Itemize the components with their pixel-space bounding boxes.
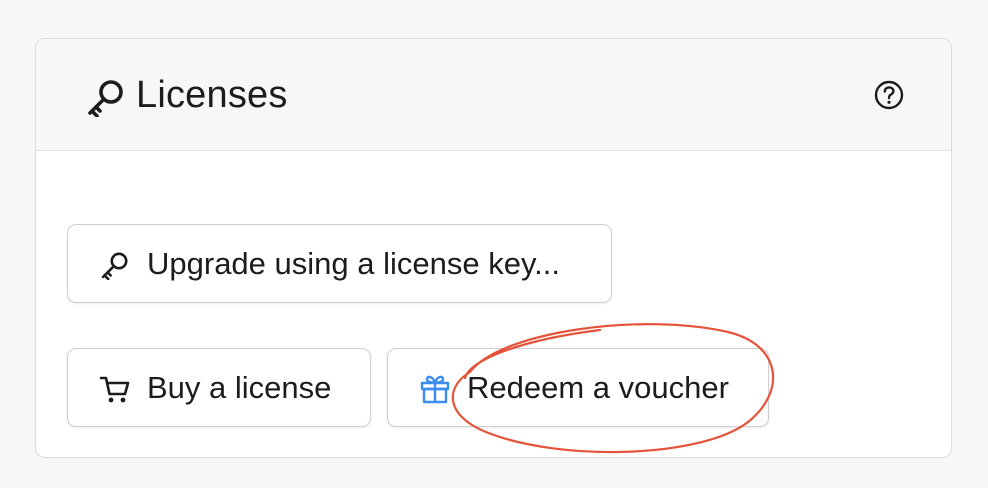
panel-title: Licenses bbox=[136, 74, 288, 116]
redeem-button-label: Redeem a voucher bbox=[467, 370, 729, 405]
page: Licenses Upgrade using a license key... bbox=[0, 0, 988, 488]
cart-icon bbox=[99, 376, 130, 403]
redeem-voucher-button[interactable]: Redeem a voucher bbox=[387, 348, 769, 427]
licenses-panel: Licenses Upgrade using a license key... bbox=[35, 38, 952, 458]
question-circle-icon[interactable] bbox=[874, 80, 904, 110]
upgrade-license-key-button[interactable]: Upgrade using a license key... bbox=[67, 224, 612, 303]
key-icon bbox=[88, 80, 123, 117]
panel-header: Licenses bbox=[36, 39, 951, 151]
key-icon bbox=[101, 252, 128, 280]
gift-icon bbox=[420, 375, 450, 404]
buy-button-label: Buy a license bbox=[147, 370, 332, 405]
upgrade-button-label: Upgrade using a license key... bbox=[147, 246, 560, 281]
buy-license-button[interactable]: Buy a license bbox=[67, 348, 371, 427]
